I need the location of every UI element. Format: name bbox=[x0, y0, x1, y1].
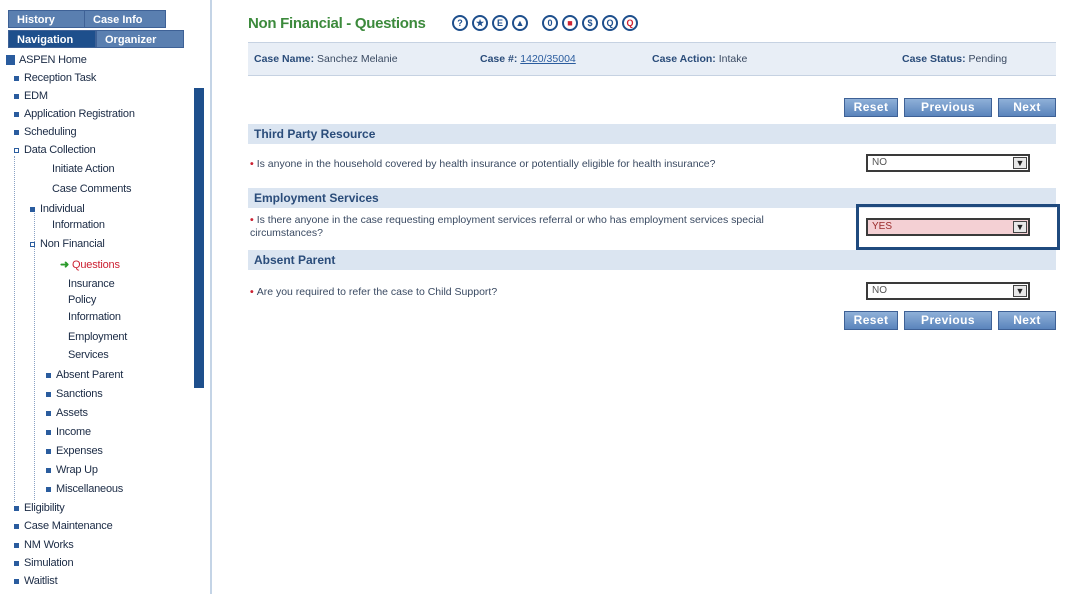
sidebar-item-employment-services-line2[interactable]: Services bbox=[68, 349, 109, 362]
child-support-select[interactable]: NO ▼ bbox=[866, 282, 1030, 300]
current-arrow-icon: ➜ bbox=[60, 259, 70, 271]
sidebar-item-nm-works[interactable]: NM Works bbox=[14, 539, 74, 552]
sidebar-item-sanctions[interactable]: Sanctions bbox=[46, 388, 103, 401]
expand-icon bbox=[14, 147, 19, 153]
sidebar-item-absent-parent[interactable]: Absent Parent bbox=[46, 369, 123, 382]
bullet-icon bbox=[46, 486, 51, 492]
toolbar-icons: ? ★ E ▲ 0 ■ $ Q Q bbox=[452, 15, 642, 31]
reset-button-bottom[interactable]: Reset bbox=[844, 311, 898, 330]
bullet-icon bbox=[46, 429, 51, 435]
chevron-down-icon: ▼ bbox=[1013, 221, 1027, 233]
question-child-support: • Are you required to refer the case to C… bbox=[250, 286, 498, 298]
dollar-icon[interactable]: $ bbox=[582, 15, 598, 31]
page-title: Non Financial - Questions bbox=[248, 15, 426, 32]
bullet-icon bbox=[46, 372, 51, 378]
bullet-icon bbox=[46, 391, 51, 397]
sidebar-item-aspen-home[interactable]: ASPEN Home bbox=[6, 54, 87, 67]
sidebar-item-eligibility[interactable]: Eligibility bbox=[14, 502, 65, 515]
question-employment-services: • Is there anyone in the case requesting … bbox=[250, 214, 764, 239]
sidebar-scrollbar[interactable] bbox=[194, 88, 204, 388]
tab-history[interactable]: History bbox=[8, 10, 86, 28]
bullet-icon bbox=[46, 467, 51, 473]
tab-organizer[interactable]: Organizer bbox=[96, 30, 184, 48]
main-content: Non Financial - Questions ? ★ E ▲ 0 ■ $ … bbox=[214, 0, 1073, 594]
bullet-icon bbox=[46, 410, 51, 416]
bullet-icon bbox=[14, 542, 19, 548]
left-navigation-panel: History Case Info Navigation Organizer A… bbox=[0, 0, 212, 594]
previous-button-bottom[interactable]: Previous bbox=[904, 311, 992, 330]
health-insurance-select[interactable]: NO ▼ bbox=[866, 154, 1030, 172]
sidebar-item-employment-services[interactable]: Employment bbox=[68, 331, 127, 344]
employment-services-select[interactable]: YES ▼ bbox=[866, 218, 1030, 236]
sidebar-item-assets[interactable]: Assets bbox=[46, 407, 88, 420]
sidebar-item-wrap-up[interactable]: Wrap Up bbox=[46, 464, 98, 477]
expand-icon bbox=[30, 241, 35, 247]
sidebar-item-expenses[interactable]: Expenses bbox=[46, 445, 103, 458]
sidebar-item-waitlist[interactable]: Waitlist bbox=[14, 575, 58, 588]
help-icon[interactable]: ? bbox=[452, 15, 468, 31]
bullet-icon bbox=[14, 560, 19, 566]
home-icon bbox=[6, 55, 15, 66]
sidebar-item-individual-information-line2[interactable]: Information bbox=[52, 219, 105, 232]
tab-case-info[interactable]: Case Info bbox=[84, 10, 166, 28]
chevron-down-icon: ▼ bbox=[1013, 157, 1027, 169]
sidebar-item-edm[interactable]: EDM bbox=[14, 90, 48, 103]
sidebar-item-questions[interactable]: ➜ Questions bbox=[60, 259, 120, 272]
case-name: Case Name: Sanchez Melanie bbox=[254, 53, 398, 65]
sidebar-item-miscellaneous[interactable]: Miscellaneous bbox=[46, 483, 123, 496]
sidebar-item-insurance-policy-line2[interactable]: Policy bbox=[68, 294, 96, 307]
tab-navigation[interactable]: Navigation bbox=[8, 30, 96, 48]
bullet-icon bbox=[14, 578, 19, 584]
info-icon[interactable]: 0 bbox=[542, 15, 558, 31]
required-marker: • bbox=[250, 158, 254, 170]
query-alert-icon[interactable]: Q bbox=[622, 15, 638, 31]
query-icon[interactable]: Q bbox=[602, 15, 618, 31]
required-marker: • bbox=[250, 214, 254, 226]
sidebar-item-insurance-policy[interactable]: Insurance bbox=[68, 278, 115, 291]
case-number: Case #: 1420/35004 bbox=[480, 53, 576, 65]
stop-icon[interactable]: ■ bbox=[562, 15, 578, 31]
bullet-icon bbox=[14, 75, 19, 81]
case-action: Case Action: Intake bbox=[652, 53, 748, 65]
bullet-icon bbox=[30, 206, 35, 212]
sidebar-item-non-financial[interactable]: Non Financial bbox=[30, 238, 105, 251]
required-marker: • bbox=[250, 286, 254, 298]
sidebar-item-scheduling[interactable]: Scheduling bbox=[14, 126, 77, 139]
sidebar-item-initiate-action[interactable]: Initiate Action bbox=[52, 163, 115, 176]
bullet-icon bbox=[14, 129, 19, 135]
sidebar-item-reception-task[interactable]: Reception Task bbox=[14, 72, 96, 85]
sidebar-item-application-registration[interactable]: Application Registration bbox=[14, 108, 135, 121]
section-absent-parent: Absent Parent bbox=[248, 250, 1056, 270]
bullet-icon bbox=[46, 448, 51, 454]
sidebar-item-data-collection[interactable]: Data Collection bbox=[14, 144, 96, 157]
tree-connector bbox=[34, 210, 35, 500]
question-health-insurance: • Is anyone in the household covered by h… bbox=[250, 158, 716, 170]
next-button-bottom[interactable]: Next bbox=[998, 311, 1056, 330]
chevron-down-icon: ▼ bbox=[1013, 285, 1027, 297]
bullet-icon bbox=[14, 505, 19, 511]
case-number-link[interactable]: 1420/35004 bbox=[520, 53, 575, 65]
case-info-bar: Case Name: Sanchez Melanie Case #: 1420/… bbox=[248, 42, 1056, 76]
sidebar-item-simulation[interactable]: Simulation bbox=[14, 557, 74, 570]
bullet-icon bbox=[14, 111, 19, 117]
next-button[interactable]: Next bbox=[998, 98, 1056, 117]
sidebar-item-case-maintenance[interactable]: Case Maintenance bbox=[14, 520, 113, 533]
sidebar-item-income[interactable]: Income bbox=[46, 426, 91, 439]
sidebar-item-individual-information[interactable]: Individual bbox=[30, 203, 85, 216]
reset-button[interactable]: Reset bbox=[844, 98, 898, 117]
bullet-icon bbox=[14, 93, 19, 99]
sidebar-item-insurance-policy-line3[interactable]: Information bbox=[68, 311, 121, 324]
edm-icon[interactable]: E bbox=[492, 15, 508, 31]
previous-button[interactable]: Previous bbox=[904, 98, 992, 117]
bullet-icon bbox=[14, 523, 19, 529]
section-third-party-resource: Third Party Resource bbox=[248, 124, 1056, 144]
sidebar-item-case-comments[interactable]: Case Comments bbox=[52, 183, 132, 196]
case-status: Case Status: Pending bbox=[902, 53, 1008, 65]
tree-connector bbox=[14, 156, 15, 502]
star-icon[interactable]: ★ bbox=[472, 15, 488, 31]
person-icon[interactable]: ▲ bbox=[512, 15, 528, 31]
